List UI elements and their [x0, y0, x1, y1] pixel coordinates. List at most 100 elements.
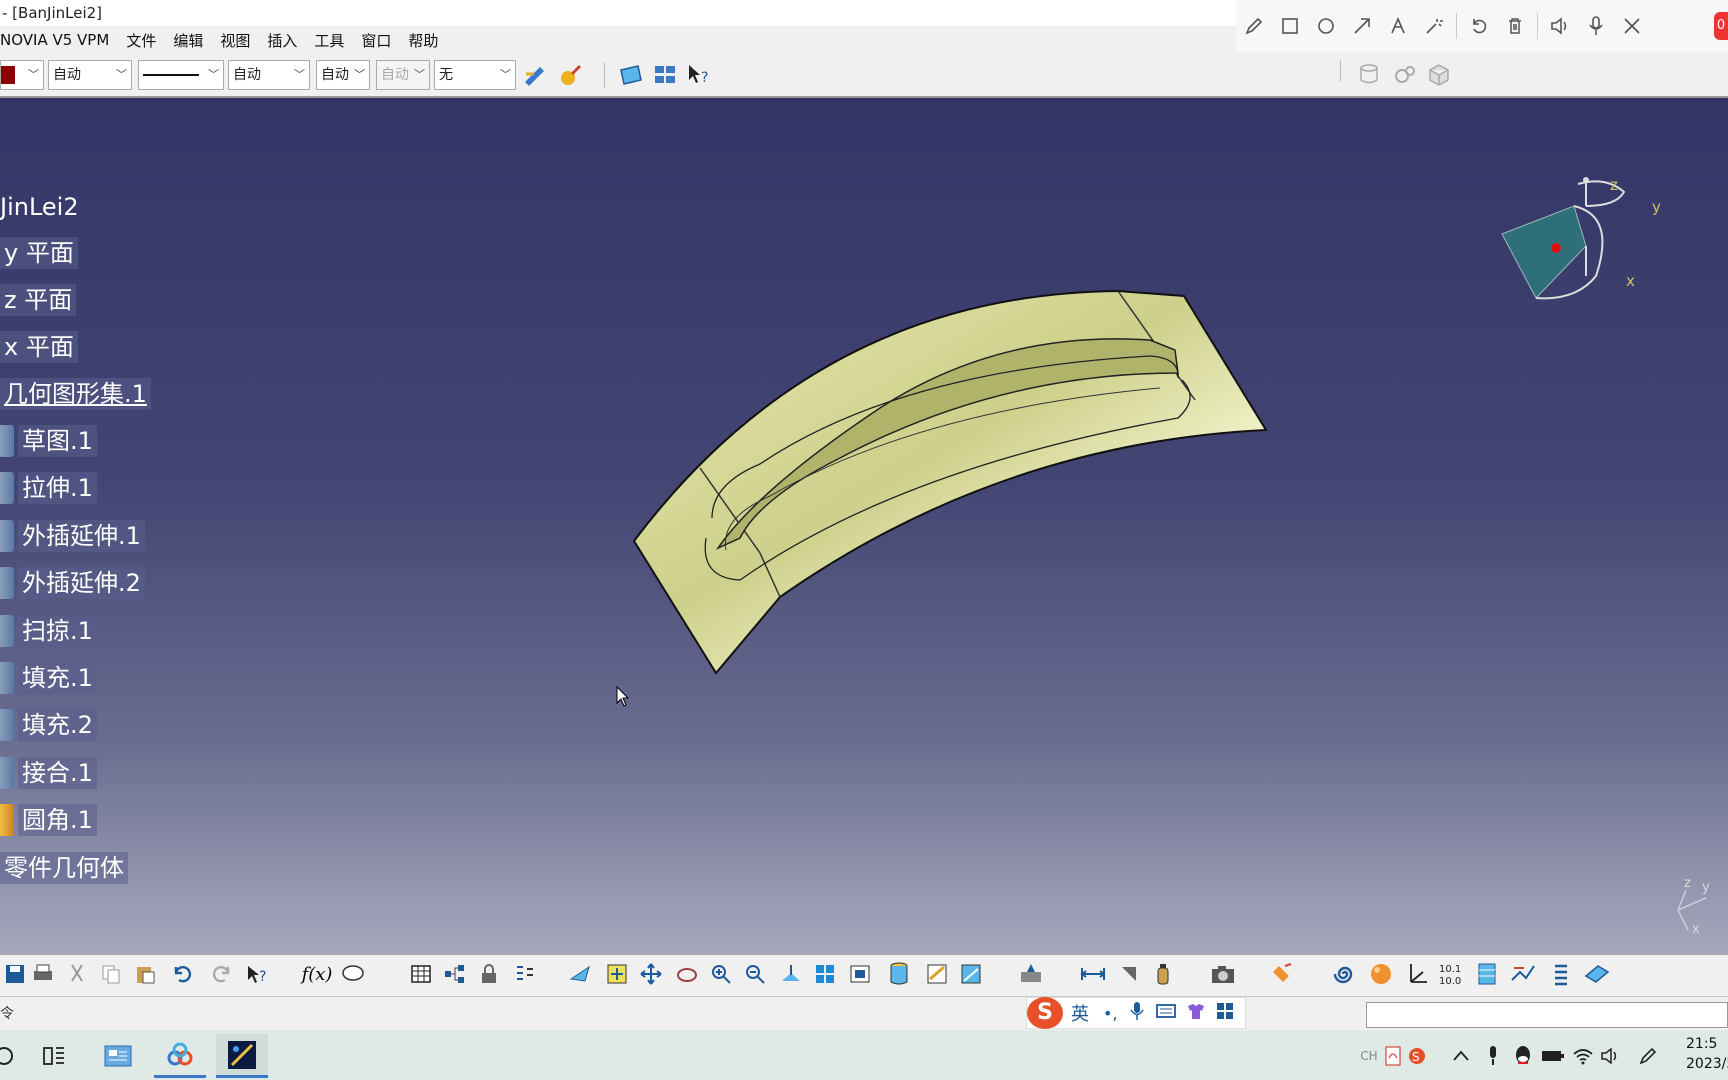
- measure-inertia-icon[interactable]: [1148, 958, 1178, 990]
- close-icon[interactable]: [1614, 8, 1650, 44]
- skin-icon[interactable]: [1186, 1002, 1206, 1024]
- cut-icon[interactable]: [62, 958, 92, 990]
- part-model[interactable]: [0, 98, 1728, 954]
- apply-material-icon[interactable]: [1266, 958, 1296, 990]
- color-combo[interactable]: ﹀: [0, 60, 44, 90]
- sogou-tray-icon[interactable]: S: [1404, 1044, 1430, 1068]
- undo-icon[interactable]: [1461, 8, 1497, 44]
- 3d-curve-icon[interactable]: [1508, 958, 1538, 990]
- formula-icon[interactable]: f(x): [302, 958, 333, 990]
- toolbox-icon[interactable]: [1216, 1002, 1234, 1024]
- plane-icon[interactable]: [1582, 958, 1612, 990]
- update-icon[interactable]: [1016, 958, 1046, 990]
- baidu-netdisk-icon[interactable]: [154, 1034, 206, 1078]
- status-badge[interactable]: 0: [1714, 12, 1728, 40]
- menu-file[interactable]: 文件: [126, 30, 156, 51]
- pencil-icon[interactable]: [1236, 8, 1272, 44]
- zoom-out-icon[interactable]: [740, 958, 770, 990]
- catia-app-icon[interactable]: [216, 1034, 268, 1078]
- search-icon[interactable]: [0, 1034, 20, 1078]
- wifi-icon[interactable]: [1570, 1044, 1596, 1068]
- sphere-icon[interactable]: [1366, 958, 1396, 990]
- fit-all-icon[interactable]: [602, 958, 632, 990]
- quick-view-icon[interactable]: [846, 958, 876, 990]
- table-icon[interactable]: [406, 958, 436, 990]
- magic-wand-icon[interactable]: [1416, 8, 1452, 44]
- axis-x-label: x: [1692, 922, 1700, 937]
- sogou-logo-icon[interactable]: S: [1027, 997, 1063, 1029]
- paste-icon[interactable]: [130, 958, 160, 990]
- line-weight-combo[interactable]: 自动 ﹀: [228, 60, 310, 90]
- pdf-icon[interactable]: [1380, 1044, 1406, 1068]
- command-input[interactable]: [1366, 1002, 1728, 1028]
- rotate-icon[interactable]: [672, 958, 702, 990]
- menu-window[interactable]: 窗口: [361, 30, 391, 51]
- microphone-tray-icon[interactable]: [1480, 1044, 1506, 1068]
- grid-view-icon[interactable]: [650, 60, 680, 90]
- fly-mode-icon[interactable]: [566, 958, 596, 990]
- keyboard-icon[interactable]: [1155, 1003, 1176, 1023]
- normal-view-icon[interactable]: [776, 958, 806, 990]
- menu-view[interactable]: 视图: [220, 30, 250, 51]
- swap-visible-space-icon[interactable]: [956, 958, 986, 990]
- text-icon[interactable]: [1380, 8, 1416, 44]
- chevron-up-icon[interactable]: [1448, 1044, 1474, 1068]
- compass-widget[interactable]: z y x: [1496, 176, 1661, 316]
- surface-view-icon[interactable]: [616, 60, 646, 90]
- zoom-in-icon[interactable]: [706, 958, 736, 990]
- copy-icon[interactable]: [96, 958, 126, 990]
- multi-view-icon[interactable]: [810, 958, 840, 990]
- lock-icon[interactable]: [474, 958, 504, 990]
- rectangle-icon[interactable]: [1272, 8, 1308, 44]
- save-icon[interactable]: [0, 958, 30, 990]
- tree-structure-icon[interactable]: [440, 958, 470, 990]
- grid-snap-icon[interactable]: 10.1 10.0: [1436, 958, 1466, 990]
- whats-this-icon[interactable]: ?: [242, 958, 272, 990]
- hide-show-icon[interactable]: [922, 958, 952, 990]
- trash-icon[interactable]: [1497, 8, 1533, 44]
- spiral-icon[interactable]: [1330, 958, 1360, 990]
- microphone-icon[interactable]: [1129, 1001, 1144, 1025]
- work-on-support-icon[interactable]: [1472, 958, 1502, 990]
- ime-mode-label[interactable]: 英: [1071, 1000, 1089, 1026]
- menu-tools[interactable]: 工具: [314, 30, 344, 51]
- menu-insert[interactable]: 插入: [267, 30, 297, 51]
- battery-icon[interactable]: [1540, 1044, 1566, 1068]
- volume-icon[interactable]: [1598, 1044, 1624, 1068]
- menu-edit[interactable]: 编辑: [173, 30, 203, 51]
- point-symbol-combo[interactable]: 自动 ﹀: [316, 60, 370, 90]
- pen-icon[interactable]: [1636, 1044, 1662, 1068]
- camera-icon[interactable]: [1208, 958, 1238, 990]
- arrow-icon[interactable]: [1344, 8, 1380, 44]
- control-panel-icon[interactable]: [92, 1034, 144, 1078]
- comment-icon[interactable]: [338, 958, 368, 990]
- transparency-combo[interactable]: 自动 ﹀: [48, 60, 132, 90]
- task-view-icon[interactable]: [28, 1034, 80, 1078]
- properties-painter-icon[interactable]: [556, 60, 586, 90]
- shading-icon[interactable]: [884, 958, 914, 990]
- microphone-icon[interactable]: [1578, 8, 1614, 44]
- clock[interactable]: 21:5 2023/5: [1686, 1034, 1728, 1074]
- speaker-icon[interactable]: [1542, 8, 1578, 44]
- undo-icon[interactable]: [168, 958, 198, 990]
- separator: [604, 62, 605, 88]
- measure-icon[interactable]: [1078, 958, 1108, 990]
- ch-indicator-icon[interactable]: CH: [1356, 1044, 1382, 1068]
- painter-icon[interactable]: [520, 60, 550, 90]
- measure-item-icon[interactable]: [1114, 958, 1144, 990]
- print-icon[interactable]: [28, 958, 58, 990]
- parameter-icon[interactable]: [510, 958, 540, 990]
- list-icon[interactable]: [1546, 958, 1576, 990]
- menu-help[interactable]: 帮助: [408, 30, 438, 51]
- menu-app[interactable]: NOVIA V5 VPM: [0, 31, 109, 49]
- whats-this-icon[interactable]: ?: [684, 60, 714, 90]
- circle-icon[interactable]: [1308, 8, 1344, 44]
- line-type-combo[interactable]: ﹀: [138, 60, 224, 90]
- layer-combo[interactable]: 无 ﹀: [434, 60, 516, 90]
- pan-icon[interactable]: [636, 958, 666, 990]
- redo-icon[interactable]: [206, 958, 236, 990]
- punctuation-icon[interactable]: •,: [1103, 1004, 1118, 1023]
- qq-icon[interactable]: [1510, 1044, 1536, 1068]
- axis-system-icon[interactable]: [1402, 958, 1432, 990]
- 3d-viewport[interactable]: JinLei2 y 平面 z 平面 x 平面 几何图形集.1 草图.1 拉伸.1…: [0, 98, 1728, 954]
